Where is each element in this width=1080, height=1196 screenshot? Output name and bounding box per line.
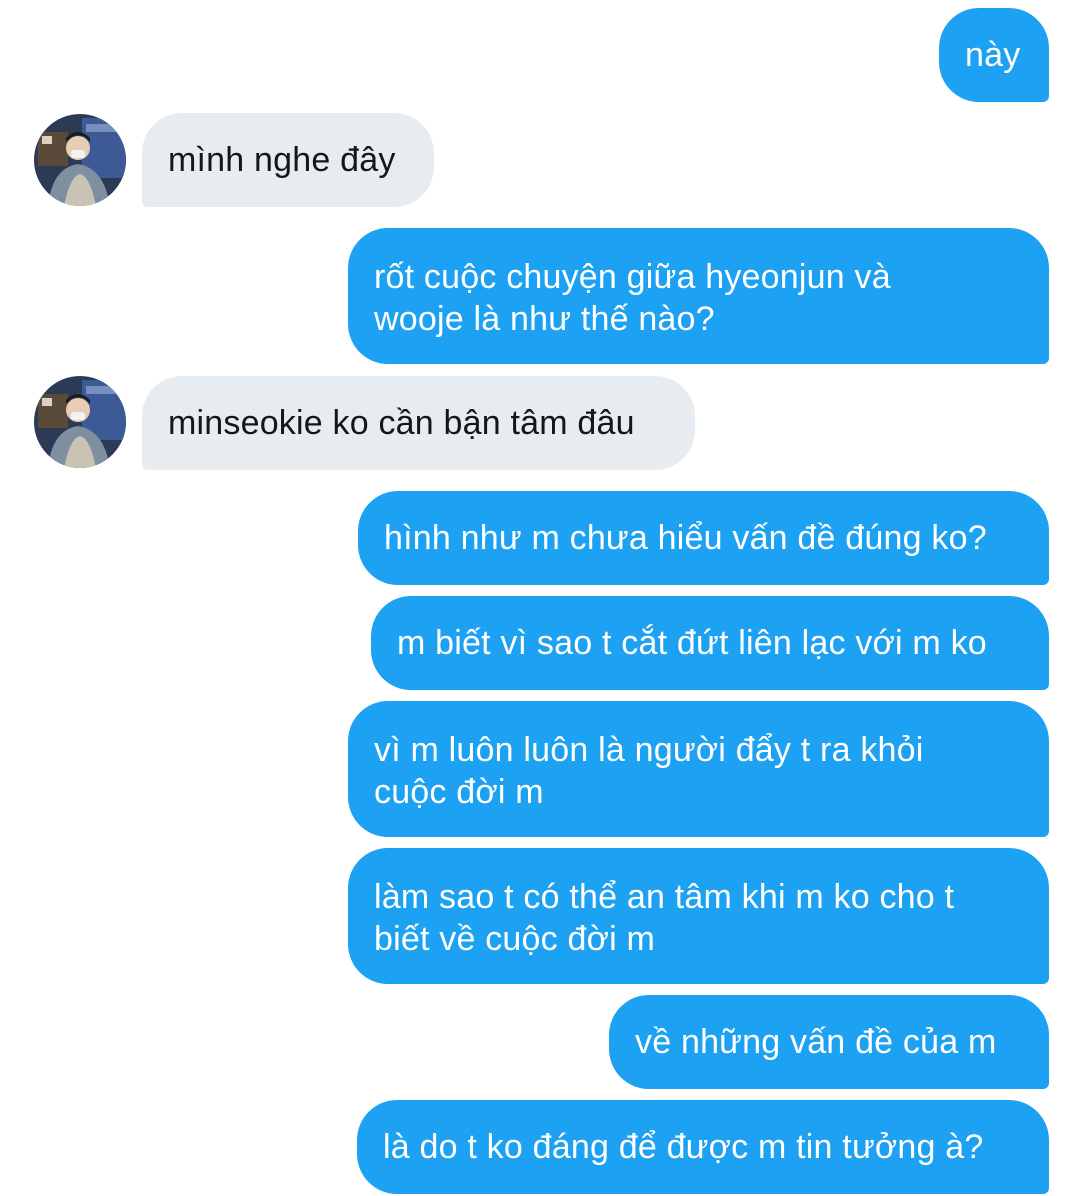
message-text: này [965, 36, 1021, 74]
message-text-line: vì m luôn luôn là người đẩy t ra khỏi [374, 731, 924, 769]
avatar[interactable] [34, 376, 126, 468]
outgoing-message-bubble[interactable]: về những vấn đề của m [609, 995, 1049, 1089]
message-text-line: cuộc đời m [374, 773, 544, 811]
message-thread: này mình nghe đây rốt cuộc chuyện giữa h… [0, 0, 1080, 1196]
message-text-line: làm sao t có thể an tâm khi m ko cho t [374, 878, 955, 916]
incoming-message-bubble[interactable]: mình nghe đây [142, 113, 434, 207]
outgoing-message-bubble[interactable]: này [939, 8, 1049, 102]
outgoing-message-bubble[interactable]: làm sao t có thể an tâm khi m ko cho t b… [348, 848, 1049, 984]
message-text: về những vấn đề của m [635, 1023, 997, 1061]
avatar[interactable] [34, 114, 126, 206]
avatar-photo [34, 114, 126, 206]
message-text: hình như m chưa hiểu vấn đề đúng ko? [384, 519, 987, 557]
outgoing-message-bubble[interactable]: là do t ko đáng để được m tin tưởng à? [357, 1100, 1049, 1194]
outgoing-message-bubble[interactable]: hình như m chưa hiểu vấn đề đúng ko? [358, 491, 1049, 585]
message-text: m biết vì sao t cắt đứt liên lạc với m k… [397, 624, 987, 662]
outgoing-message-bubble[interactable]: rốt cuộc chuyện giữa hyeonjun và wooje l… [348, 228, 1049, 364]
message-text-line: rốt cuộc chuyện giữa hyeonjun và [374, 258, 891, 296]
outgoing-message-bubble[interactable]: vì m luôn luôn là người đẩy t ra khỏi cu… [348, 701, 1049, 837]
outgoing-message-bubble[interactable]: m biết vì sao t cắt đứt liên lạc với m k… [371, 596, 1049, 690]
message-text: minseokie ko cần bận tâm đâu [168, 404, 635, 442]
message-text: là do t ko đáng để được m tin tưởng à? [383, 1128, 984, 1166]
avatar-photo [34, 376, 126, 468]
message-text: mình nghe đây [168, 141, 396, 179]
message-text-line: biết về cuộc đời m [374, 920, 656, 958]
incoming-message-bubble[interactable]: minseokie ko cần bận tâm đâu [142, 376, 695, 470]
message-text-line: wooje là như thế nào? [374, 300, 715, 338]
